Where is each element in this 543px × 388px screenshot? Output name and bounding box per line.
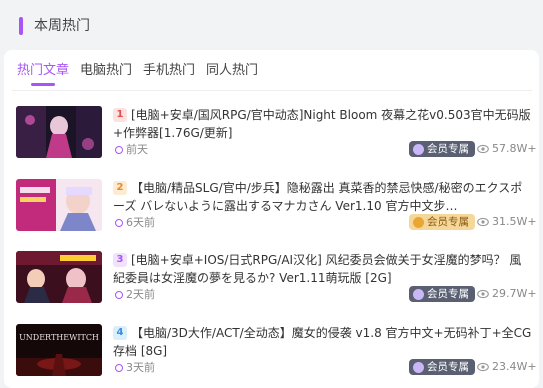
item-thumbnail[interactable] <box>16 106 102 158</box>
section-accent-bar <box>19 17 23 35</box>
eye-icon <box>477 362 489 372</box>
member-icon <box>413 288 424 300</box>
item-title[interactable]: 【电脑/精品SLG/官中/步兵】隐秘露出 真菜香的禁忌快感/秘密のエクスポーズ … <box>113 179 533 215</box>
view-count: 31.5W+ <box>477 215 537 229</box>
tab-divider <box>12 90 532 91</box>
item-title[interactable]: 【电脑/3D大作/ACT/全动态】魔女的侵袭 v1.8 官方中文+无码补丁+全C… <box>113 324 533 360</box>
badge-label: 会员专属 <box>427 288 469 300</box>
section-title: 本周热门 <box>34 18 90 34</box>
view-count-value: 29.7W+ <box>492 287 537 300</box>
list-item[interactable]: UNDERTHEWITCH 4 【电脑/3D大作/ACT/全动态】魔女的侵袭 v… <box>16 324 537 382</box>
item-time: 6天前 <box>113 216 155 230</box>
eye-icon <box>477 144 489 154</box>
tab-hot-articles[interactable]: 热门文章 <box>17 62 69 88</box>
badge-label: 会员专属 <box>427 216 469 228</box>
member-only-badge: 会员专属 <box>409 359 475 375</box>
item-thumbnail[interactable] <box>16 251 102 303</box>
thumb-text: UNDERTHEWITCH <box>19 333 99 342</box>
item-title[interactable]: [电脑+安卓+IOS/日式RPG/AI汉化] 风纪委员会做关于女淫魔的梦吗？ 風… <box>113 251 533 287</box>
tab-mobile-hot[interactable]: 手机热门 <box>143 62 195 88</box>
item-time: 3天前 <box>113 361 155 375</box>
view-count-value: 31.5W+ <box>492 215 537 228</box>
item-thumbnail[interactable] <box>16 179 102 231</box>
game-cover-thumbnail-icon <box>16 179 102 231</box>
member-icon <box>413 361 424 373</box>
item-title[interactable]: [电脑+安卓/国风RPG/官中动态]Night Bloom 夜幕之花v0.503… <box>113 106 533 142</box>
member-only-badge: 会员专属 <box>409 141 475 157</box>
member-only-badge: 会员专属 <box>409 214 475 230</box>
view-count-value: 23.4W+ <box>492 360 537 373</box>
member-only-badge: 会员专属 <box>409 286 475 302</box>
badge-label: 会员专属 <box>427 143 469 155</box>
list-item[interactable]: 2 【电脑/精品SLG/官中/步兵】隐秘露出 真菜香的禁忌快感/秘密のエクスポー… <box>16 179 537 237</box>
view-count: 23.4W+ <box>477 360 537 374</box>
list-item[interactable]: 3 [电脑+安卓+IOS/日式RPG/AI汉化] 风纪委员会做关于女淫魔的梦吗？… <box>16 251 537 309</box>
hot-list-card: 热门文章 电脑热门 手机热门 同人热门 1 [电脑+安卓/国风RPG/官中动态]… <box>4 50 539 388</box>
eye-icon <box>477 289 489 299</box>
tab-doujin-hot[interactable]: 同人热门 <box>206 62 258 88</box>
tab-bar: 热门文章 电脑热门 手机热门 同人热门 <box>17 62 258 88</box>
view-count: 57.8W+ <box>477 142 537 156</box>
view-count-value: 57.8W+ <box>492 142 537 155</box>
member-icon <box>413 216 424 228</box>
game-cover-thumbnail-icon: UNDERTHEWITCH <box>16 324 102 376</box>
list-item[interactable]: 1 [电脑+安卓/国风RPG/官中动态]Night Bloom 夜幕之花v0.5… <box>16 106 537 164</box>
view-count: 29.7W+ <box>477 287 537 301</box>
item-time: 2天前 <box>113 288 155 302</box>
section-header: 本周热门 <box>0 0 543 50</box>
item-thumbnail[interactable]: UNDERTHEWITCH <box>16 324 102 376</box>
member-icon <box>413 143 424 155</box>
badge-label: 会员专属 <box>427 361 469 373</box>
game-cover-thumbnail-icon <box>16 251 102 303</box>
game-cover-thumbnail-icon <box>16 106 102 158</box>
tab-pc-hot[interactable]: 电脑热门 <box>80 62 132 88</box>
item-time: 前天 <box>113 143 148 157</box>
eye-icon <box>477 217 489 227</box>
